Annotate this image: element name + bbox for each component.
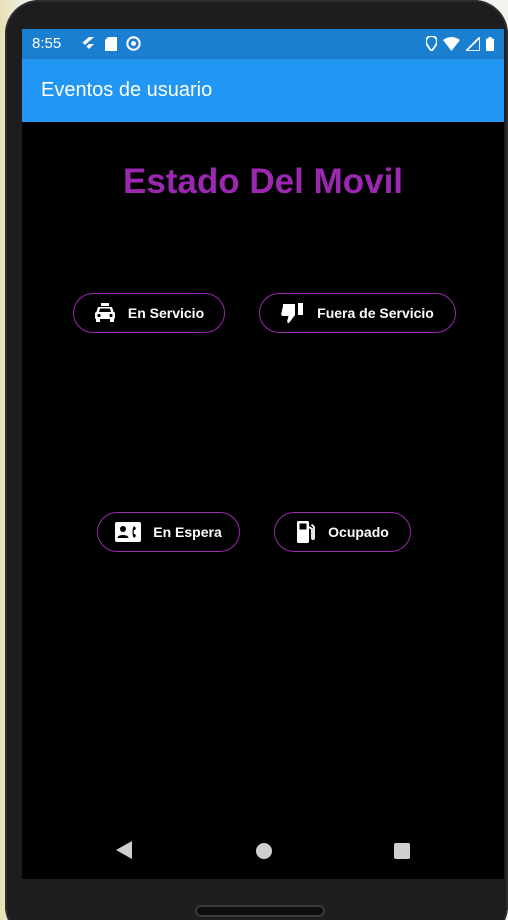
- recents-icon[interactable]: [394, 843, 410, 859]
- phone-screen: 8:55 Eventos de usuario Estado Del Movil…: [22, 29, 504, 879]
- signal-icon: [466, 36, 480, 51]
- fuera-de-servicio-button[interactable]: Fuera de Servicio: [259, 293, 456, 333]
- phone-frame: 8:55 Eventos de usuario Estado Del Movil…: [5, 0, 508, 920]
- home-icon[interactable]: [256, 843, 272, 859]
- flutter-icon: [82, 36, 94, 49]
- status-time: 8:55: [32, 35, 62, 52]
- back-icon[interactable]: [116, 841, 132, 859]
- page-heading: Estado Del Movil: [122, 162, 404, 201]
- en-servicio-button[interactable]: En Servicio: [73, 293, 225, 333]
- sd-card-icon: [105, 36, 117, 51]
- status-bar: 8:55: [22, 29, 504, 59]
- contact-phone-icon: [115, 522, 142, 542]
- en-espera-label: En Espera: [153, 524, 222, 540]
- fuel-station-icon: [296, 521, 316, 543]
- status-right-icons: [426, 36, 494, 51]
- wifi-icon: [443, 36, 460, 51]
- taxi-icon: [94, 303, 116, 323]
- en-espera-button[interactable]: En Espera: [97, 512, 240, 552]
- at-sign-icon: [126, 36, 141, 51]
- ocupado-button[interactable]: Ocupado: [274, 512, 411, 552]
- status-left-icons: [80, 36, 141, 51]
- thumb-down-icon: [281, 302, 305, 324]
- app-bar: Eventos de usuario: [22, 59, 504, 122]
- fuera-de-servicio-label: Fuera de Servicio: [317, 305, 434, 321]
- ocupado-label: Ocupado: [328, 524, 389, 540]
- location-icon: [426, 36, 437, 51]
- battery-icon: [486, 36, 494, 51]
- en-servicio-label: En Servicio: [127, 305, 205, 321]
- device-bottom-bezel-slot: [195, 905, 325, 917]
- system-nav-bar: [22, 819, 504, 879]
- app-title: Eventos de usuario: [41, 79, 213, 101]
